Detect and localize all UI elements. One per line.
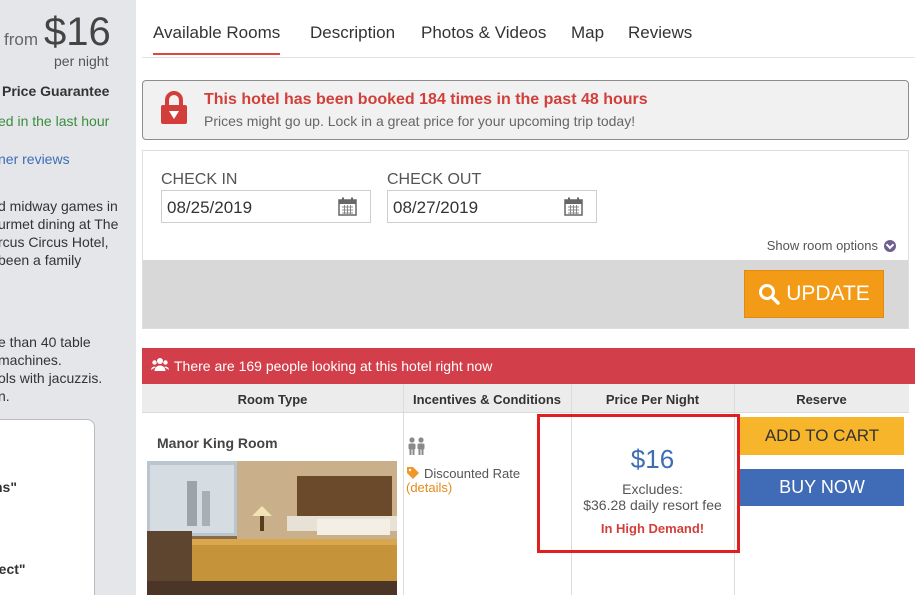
check-out-label: CHECK OUT: [387, 171, 482, 188]
tab-available-rooms[interactable]: Available Rooms: [153, 23, 281, 55]
tab-reviews[interactable]: Reviews: [628, 23, 692, 43]
hotel-amenities-description: e than 40 table machines. ols with jacuz…: [0, 333, 102, 405]
demand-banner: There are 169 people looking at this hot…: [142, 348, 915, 384]
search-icon: [759, 284, 780, 305]
hotel-summary-sidebar: from $16 per night Price Guarantee ed in…: [0, 0, 136, 595]
price-from-label: from: [4, 30, 38, 49]
update-label: UPDATE: [786, 282, 870, 305]
description-line: d midway games in: [0, 198, 118, 214]
check-in-value: 08/25/2019: [167, 198, 253, 217]
update-button[interactable]: UPDATE: [744, 270, 884, 318]
show-room-options-link[interactable]: Show room options: [767, 238, 896, 253]
check-out-value: 08/27/2019: [393, 198, 479, 217]
sidebar-price: $16: [44, 10, 111, 54]
update-bar: UPDATE: [143, 260, 908, 328]
chevron-down-icon: [884, 239, 896, 252]
sidebar-price-row: from $16: [4, 10, 111, 55]
header-incentives: Incentives & Conditions: [412, 392, 562, 407]
price-highlight-box: [537, 414, 740, 553]
alert-title: This hotel has been booked 184 times in …: [204, 91, 648, 108]
tab-bar: Available Rooms Description Photos & Vid…: [142, 8, 915, 58]
calendar-icon[interactable]: [338, 197, 357, 221]
check-in-field[interactable]: 08/25/2019: [161, 190, 371, 223]
buy-now-button[interactable]: BUY NOW: [740, 469, 904, 506]
description-line: machines.: [0, 352, 62, 368]
booked-last-hour-text: ed in the last hour: [0, 113, 110, 129]
description-line: ols with jacuzzis.: [0, 370, 103, 386]
alert-subtitle: Prices might go up. Lock in a great pric…: [204, 113, 636, 129]
tab-map[interactable]: Map: [571, 23, 604, 43]
header-reserve: Reserve: [796, 392, 847, 407]
hotel-description: d midway games in urmet dining at The rc…: [0, 197, 118, 269]
description-line: e than 40 table: [0, 334, 91, 350]
discounted-rate-label: Discounted Rate: [424, 466, 521, 481]
check-out-field[interactable]: 08/27/2019: [387, 190, 597, 223]
tab-description[interactable]: Description: [310, 23, 395, 43]
booking-alert: This hotel has been booked 184 times in …: [142, 80, 909, 140]
date-selection-panel: CHECK IN 08/25/2019 CHECK OUT 08/27/2019: [142, 150, 909, 329]
column-divider: [403, 384, 404, 595]
price-guarantee-label: Price Guarantee: [2, 83, 110, 99]
description-line: rcus Circus Hotel,: [0, 234, 109, 250]
room-name[interactable]: Manor King Room: [157, 435, 278, 451]
occupancy-people-icon: [407, 437, 427, 460]
description-line: been a family: [0, 252, 82, 268]
room-options-label: Show room options: [766, 238, 878, 253]
details-link[interactable]: (details): [406, 480, 452, 495]
description-line: n.: [0, 388, 10, 404]
lock-icon: [160, 91, 188, 130]
main-content: Available Rooms Description Photos & Vid…: [136, 8, 915, 595]
tab-photos-videos[interactable]: Photos & Videos: [421, 23, 546, 43]
per-night-label: per night: [54, 53, 109, 69]
other-reviews-link[interactable]: ner reviews: [0, 151, 70, 167]
review-quote: fect": [0, 561, 26, 577]
header-price-per-night: Price Per Night: [605, 392, 700, 407]
table-header-row: Room Type Incentives & Conditions Price …: [142, 384, 909, 413]
room-photo[interactable]: [147, 461, 397, 595]
description-line: urmet dining at The: [0, 216, 119, 232]
demand-text: There are 169 people looking at this hot…: [174, 358, 493, 374]
calendar-icon[interactable]: [564, 197, 583, 221]
rooms-table: Room Type Incentives & Conditions Price …: [142, 384, 915, 595]
add-to-cart-button[interactable]: ADD TO CART: [740, 417, 904, 455]
header-room-type: Room Type: [237, 392, 308, 407]
people-icon: [151, 357, 169, 375]
review-quote: ns": [0, 479, 17, 495]
check-in-label: CHECK IN: [161, 171, 238, 188]
